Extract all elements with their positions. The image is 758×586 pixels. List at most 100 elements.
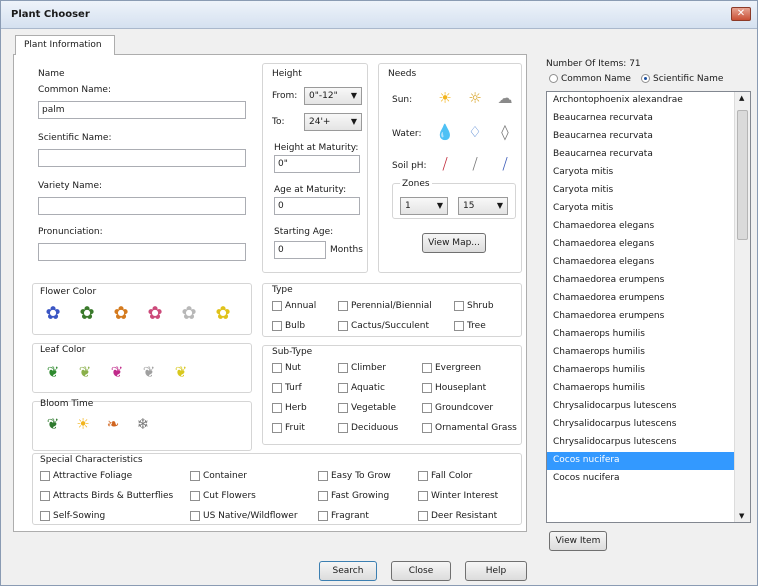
close-button[interactable]: Close <box>391 561 451 581</box>
special-characteristic-checkbox[interactable]: Self-Sowing <box>40 511 105 522</box>
height-at-maturity-field[interactable]: 0" <box>274 155 360 173</box>
common-name-field[interactable]: palm <box>38 101 246 119</box>
plant-list-item[interactable]: Chamaedorea elegans <box>547 218 750 236</box>
leaf-color-swatch-icon[interactable]: ❦ <box>170 361 192 383</box>
flower-color-swatch-icon[interactable]: ✿ <box>76 303 98 325</box>
view-item-button[interactable]: View Item <box>549 531 607 551</box>
subtype-checkbox[interactable]: Climber <box>338 363 386 374</box>
special-characteristic-checkbox[interactable]: Winter Interest <box>418 491 498 502</box>
shade-cloud-icon[interactable]: ☁ <box>494 87 516 109</box>
plant-list-item[interactable]: Chrysalidocarpus lutescens <box>547 434 750 452</box>
plant-list-item[interactable]: Chamaedorea erumpens <box>547 308 750 326</box>
flower-color-swatch-icon[interactable]: ✿ <box>110 303 132 325</box>
plant-list-item[interactable]: Caryota mitis <box>547 200 750 218</box>
subtype-checkbox[interactable]: Groundcover <box>422 403 493 414</box>
subtype-checkbox[interactable]: Turf <box>272 383 302 394</box>
plant-list-item[interactable]: Chamaedorea erumpens <box>547 272 750 290</box>
type-checkbox[interactable]: Shrub <box>454 301 494 312</box>
height-from-select[interactable]: 0"-12" ▼ <box>304 87 362 105</box>
sort-scientific-name-radio[interactable]: Scientific Name <box>641 74 723 84</box>
spring-leaves-icon[interactable]: ❦ <box>42 413 64 435</box>
zone-from-select[interactable]: 1 ▼ <box>400 197 448 215</box>
subtype-checkbox[interactable]: Vegetable <box>338 403 396 414</box>
alkaline-soil-icon[interactable]: ⧸ <box>494 153 516 175</box>
subtype-checkbox[interactable]: Fruit <box>272 423 305 434</box>
neutral-soil-icon[interactable]: ⧸ <box>464 153 486 175</box>
subtype-checkbox[interactable]: Houseplant <box>422 383 486 394</box>
plant-list-item[interactable]: Archontophoenix alexandrae <box>547 92 750 110</box>
plant-list-item[interactable]: Chamaerops humilis <box>547 380 750 398</box>
scroll-down-icon[interactable]: ▼ <box>739 512 744 520</box>
full-sun-icon[interactable]: ☀ <box>434 87 456 109</box>
plant-list-item[interactable]: Beaucarnea recurvata <box>547 110 750 128</box>
plant-list-item[interactable]: Chamaedorea elegans <box>547 236 750 254</box>
plant-list-item[interactable]: Beaucarnea recurvata <box>547 128 750 146</box>
flower-color-swatch-icon[interactable]: ✿ <box>42 303 64 325</box>
plant-list-item[interactable]: Chamaerops humilis <box>547 326 750 344</box>
subtype-checkbox[interactable]: Nut <box>272 363 301 374</box>
special-characteristic-checkbox[interactable]: Fast Growing <box>318 491 389 502</box>
subtype-checkbox[interactable]: Deciduous <box>338 423 398 434</box>
type-checkbox[interactable]: Cactus/Succulent <box>338 321 429 332</box>
variety-name-field[interactable] <box>38 197 246 215</box>
type-checkbox[interactable]: Annual <box>272 301 316 312</box>
leaf-color-swatch-icon[interactable]: ❦ <box>106 361 128 383</box>
special-characteristic-checkbox[interactable]: Cut Flowers <box>190 491 256 502</box>
subtype-checkbox[interactable]: Aquatic <box>338 383 385 394</box>
plant-list-item[interactable]: Chamaerops humilis <box>547 344 750 362</box>
starting-age-field[interactable]: 0 <box>274 241 326 259</box>
sort-common-name-radio[interactable]: Common Name <box>549 74 631 84</box>
type-checkbox[interactable]: Perennial/Biennial <box>338 301 432 312</box>
plant-list-item[interactable]: Cocos nucifera <box>547 470 750 488</box>
type-checkbox[interactable]: Bulb <box>272 321 305 332</box>
scrollbar-thumb[interactable] <box>737 110 748 240</box>
type-checkbox[interactable]: Tree <box>454 321 486 332</box>
plant-list-item[interactable]: Beaucarnea recurvata <box>547 146 750 164</box>
tab-plant-information[interactable]: Plant Information <box>15 35 115 55</box>
close-window-button[interactable]: ✕ <box>731 7 751 21</box>
water-low-icon[interactable]: ◊ <box>494 121 516 143</box>
special-characteristic-checkbox[interactable]: Fragrant <box>318 511 369 522</box>
water-medium-icon[interactable]: ♢ <box>464 121 486 143</box>
special-characteristic-checkbox[interactable]: Easy To Grow <box>318 471 391 482</box>
partial-sun-icon[interactable]: ☼ <box>464 87 486 109</box>
flower-color-swatch-icon[interactable]: ✿ <box>212 303 234 325</box>
flower-color-swatch-icon[interactable]: ✿ <box>178 303 200 325</box>
plant-list-item[interactable]: Caryota mitis <box>547 182 750 200</box>
flower-color-swatch-icon[interactable]: ✿ <box>144 303 166 325</box>
fall-leaf-icon[interactable]: ❧ <box>102 413 124 435</box>
special-characteristic-checkbox[interactable]: Container <box>190 471 247 482</box>
plant-list-item[interactable]: Chrysalidocarpus lutescens <box>547 398 750 416</box>
zone-to-select[interactable]: 15 ▼ <box>458 197 508 215</box>
view-map-button[interactable]: View Map... <box>422 233 486 253</box>
plant-list-item[interactable]: Chamaedorea elegans <box>547 254 750 272</box>
pronunciation-field[interactable] <box>38 243 246 261</box>
plant-list-item[interactable]: Caryota mitis <box>547 164 750 182</box>
scientific-name-field[interactable] <box>38 149 246 167</box>
subtype-checkbox[interactable]: Evergreen <box>422 363 481 374</box>
leaf-color-swatch-icon[interactable]: ❦ <box>74 361 96 383</box>
plant-list-item[interactable]: Chamaerops humilis <box>547 362 750 380</box>
water-high-icon[interactable]: 💧 <box>434 121 456 143</box>
plant-list-item[interactable]: Chrysalidocarpus lutescens <box>547 416 750 434</box>
search-button[interactable]: Search <box>319 561 377 581</box>
summer-sun-icon[interactable]: ☀ <box>72 413 94 435</box>
leaf-color-swatch-icon[interactable]: ❦ <box>42 361 64 383</box>
subtype-checkbox[interactable]: Ornamental Grass <box>422 423 517 434</box>
winter-snowflake-icon[interactable]: ❄ <box>132 413 154 435</box>
special-characteristic-checkbox[interactable]: Attracts Birds & Butterflies <box>40 491 173 502</box>
acidic-soil-icon[interactable]: ⧸ <box>434 153 456 175</box>
plant-list-item[interactable]: Cocos nucifera <box>547 452 750 470</box>
special-characteristic-checkbox[interactable]: Attractive Foliage <box>40 471 132 482</box>
special-characteristic-checkbox[interactable]: US Native/Wildflower <box>190 511 298 522</box>
age-at-maturity-field[interactable]: 0 <box>274 197 360 215</box>
help-button[interactable]: Help <box>465 561 527 581</box>
plant-results-list[interactable]: Archontophoenix alexandrae Beaucarnea rec… <box>546 91 751 523</box>
subtype-checkbox[interactable]: Herb <box>272 403 307 414</box>
special-characteristic-checkbox[interactable]: Deer Resistant <box>418 511 497 522</box>
scroll-up-icon[interactable]: ▲ <box>739 94 744 102</box>
leaf-color-swatch-icon[interactable]: ❦ <box>138 361 160 383</box>
list-scrollbar[interactable]: ▲ ▼ <box>734 92 750 522</box>
plant-list-item[interactable]: Chamaedorea erumpens <box>547 290 750 308</box>
special-characteristic-checkbox[interactable]: Fall Color <box>418 471 472 482</box>
